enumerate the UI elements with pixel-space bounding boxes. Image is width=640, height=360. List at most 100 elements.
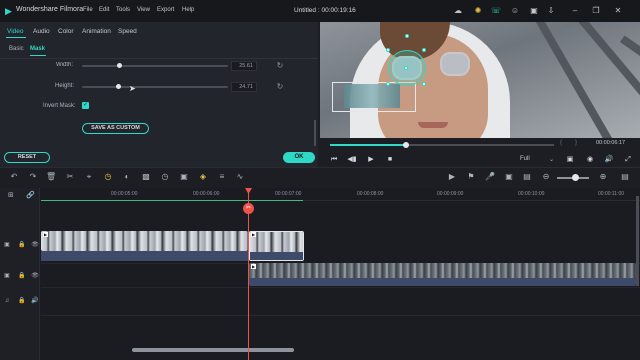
stop-icon[interactable]: ■ (385, 155, 395, 165)
redo-icon[interactable]: ↷ (28, 172, 38, 182)
mouse-cursor-icon: ➤ (129, 84, 136, 93)
duration-icon[interactable]: ◷ (160, 172, 170, 182)
headset-icon[interactable]: ☏ (491, 6, 501, 16)
play-icon[interactable]: ▶ (366, 155, 376, 165)
mask-center-handle[interactable] (404, 66, 408, 70)
menu-view[interactable]: View (137, 7, 150, 13)
tab-audio[interactable]: Audio (33, 28, 50, 35)
preview-mouth (418, 122, 448, 128)
tab-color[interactable]: Color (58, 28, 74, 35)
height-slider-handle[interactable] (116, 84, 121, 89)
timeline-vertical-scrollbar[interactable] (636, 196, 639, 286)
monitor-icon[interactable]: ▣ (565, 155, 575, 165)
subtab-basic[interactable]: Basic (9, 46, 24, 52)
tab-speed[interactable]: Speed (118, 28, 137, 35)
mask-rotate-handle[interactable] (405, 34, 409, 38)
scissors-icon[interactable]: ✂ (243, 203, 254, 214)
audio-wave-icon[interactable]: ∿ (235, 172, 245, 182)
menu-edit[interactable]: Edit (99, 7, 109, 13)
keyframe-icon[interactable]: ◈ (198, 172, 208, 182)
delete-icon[interactable]: 🗑 (46, 172, 56, 182)
account-icon[interactable]: ☺ (510, 6, 520, 16)
menu-help[interactable]: Help (182, 7, 194, 13)
width-slider-track[interactable] (82, 65, 228, 67)
preview-progress-handle[interactable] (403, 142, 409, 148)
speaker-icon[interactable]: 🔊 (31, 297, 39, 305)
width-slider-handle[interactable] (117, 63, 122, 68)
microphone-icon[interactable]: 🎤 (485, 172, 495, 182)
zoom-out-icon[interactable]: ⊖ (541, 172, 551, 182)
project-title: Untitled : 00:00:19:16 (294, 7, 356, 14)
lightbulb-icon[interactable]: ✺ (473, 6, 483, 16)
width-label: Width: (56, 62, 74, 67)
volume-icon[interactable]: 🔊 (604, 155, 614, 165)
timeline-settings-icon[interactable]: ▤ (620, 172, 630, 182)
eye-icon[interactable]: 👁 (31, 241, 39, 249)
preview-window[interactable] (320, 22, 640, 138)
invert-mask-checkbox[interactable]: ✓ (82, 102, 89, 109)
video-clip[interactable] (41, 231, 248, 251)
width-reset-icon[interactable]: ↻ (276, 62, 284, 70)
mask-corner-handle[interactable] (386, 48, 390, 52)
chevron-down-icon[interactable]: ⌄ (549, 156, 554, 163)
restore-icon[interactable]: ❐ (591, 6, 601, 16)
filmora-logo-icon: ▶ (5, 6, 12, 16)
link-icon[interactable]: 🔗 (26, 191, 35, 199)
zoom-slider-handle[interactable] (572, 174, 579, 181)
green-screen-icon[interactable]: ▩ (141, 172, 151, 182)
color-icon[interactable]: ◐ (122, 172, 132, 182)
subtab-mask[interactable]: Mask (30, 46, 45, 52)
voiceover-icon[interactable]: ▣ (504, 172, 514, 182)
speed-icon[interactable]: ◷ (103, 172, 113, 182)
cloud-icon[interactable]: ☁ (453, 6, 463, 16)
step-back-icon[interactable]: ⏮ (329, 155, 339, 165)
marker-icon[interactable]: ⚑ (466, 172, 476, 182)
lock-icon[interactable]: 🔒 (18, 297, 26, 305)
timeline-horizontal-scrollbar[interactable] (132, 348, 294, 352)
lock-icon[interactable]: 🔒 (18, 272, 26, 280)
mask-corner-handle[interactable] (422, 48, 426, 52)
mark-out-icon[interactable]: } (575, 140, 577, 146)
clip-thumbnails (250, 232, 303, 252)
tab-video[interactable]: Video (7, 28, 24, 35)
height-reset-icon[interactable]: ↻ (276, 83, 284, 91)
add-track-icon[interactable]: ⊞ (8, 191, 14, 199)
menu-export[interactable]: Export (157, 7, 174, 13)
lock-icon[interactable]: 🔒 (18, 241, 26, 249)
zoom-in-icon[interactable]: ⊕ (598, 172, 608, 182)
eye-icon[interactable]: 👁 (31, 272, 39, 280)
menu-file[interactable]: File (83, 7, 93, 13)
panel-scrollbar[interactable] (314, 120, 316, 146)
height-value-field[interactable]: 24.71 (231, 82, 257, 92)
selected-video-clip[interactable] (249, 231, 304, 261)
stabilize-icon[interactable]: ▣ (179, 172, 189, 182)
render-icon[interactable]: ▶ (447, 172, 457, 182)
snapshot-icon[interactable]: ◉ (585, 155, 595, 165)
height-slider-track[interactable] (82, 86, 228, 88)
quality-select[interactable]: Full (520, 156, 530, 162)
ruler-label: 00:00:08:00 (357, 191, 384, 197)
fullscreen-icon[interactable]: ⤢ (623, 155, 633, 165)
invert-mask-label: Invert Mask: (43, 103, 76, 109)
main-video-clip[interactable] (249, 263, 636, 286)
menu-tools[interactable]: Tools (116, 7, 130, 13)
download-icon[interactable]: ⇩ (546, 6, 556, 16)
crop-icon[interactable]: ⌖ (84, 172, 94, 182)
prev-frame-icon[interactable]: ◀▮ (347, 155, 357, 165)
ok-button[interactable]: OK (283, 152, 315, 163)
width-value-field[interactable]: 25.61 (231, 61, 257, 71)
clip-audio-strip (41, 251, 248, 261)
close-icon[interactable]: ✕ (613, 6, 623, 16)
mark-in-icon[interactable]: { (560, 140, 562, 146)
save-icon[interactable]: ▣ (529, 6, 539, 16)
cut-icon[interactable]: ✂ (65, 172, 75, 182)
tab-animation[interactable]: Animation (82, 28, 111, 35)
reset-button[interactable]: RESET (4, 152, 50, 163)
mask-corner-handle[interactable] (422, 82, 426, 86)
mask-corner-handle[interactable] (386, 82, 390, 86)
save-as-custom-button[interactable]: SAVE AS CUSTOM (82, 123, 149, 134)
undo-icon[interactable]: ↶ (9, 172, 19, 182)
snap-icon[interactable]: ▤ (522, 172, 532, 182)
adjust-icon[interactable]: ≡ (217, 172, 227, 182)
minimize-icon[interactable]: – (570, 6, 580, 16)
